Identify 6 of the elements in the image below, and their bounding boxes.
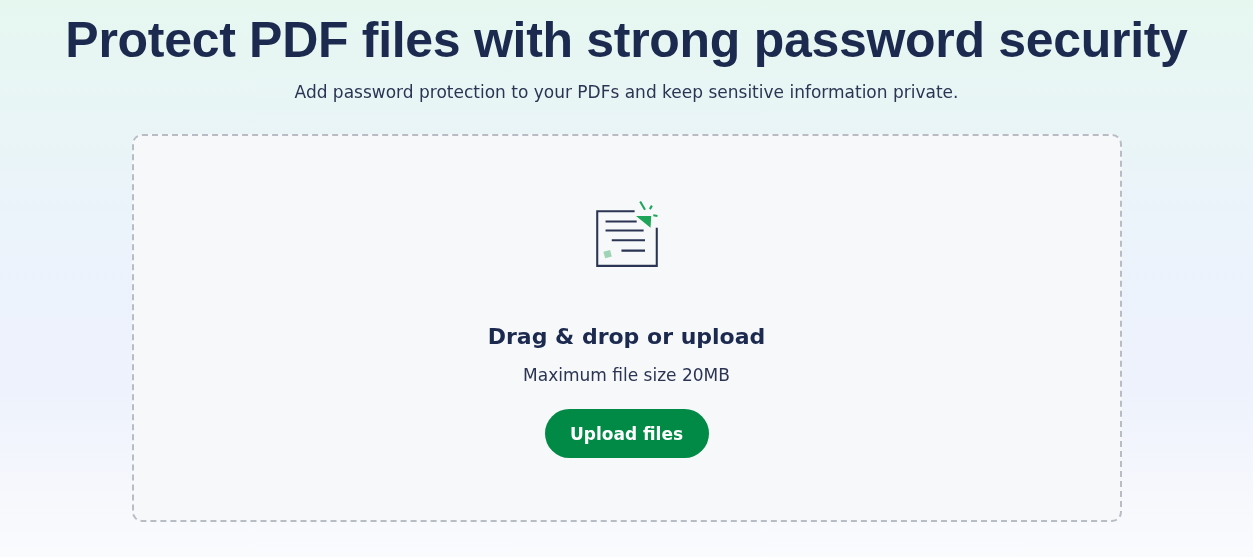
drop-heading: Drag & drop or upload [487,324,766,349]
drop-zone[interactable]: Drag & drop or upload Maximum file size 20MB Upload files [131,134,1122,522]
page-title: Protect PDF files with strong password security [65,11,1188,70]
file-size-hint: Maximum file size 20MB [523,365,730,385]
page-subtitle: Add password protection to your PDFs and keep sensitive information private. [294,81,959,104]
upload-button[interactable]: Upload files [544,409,709,458]
